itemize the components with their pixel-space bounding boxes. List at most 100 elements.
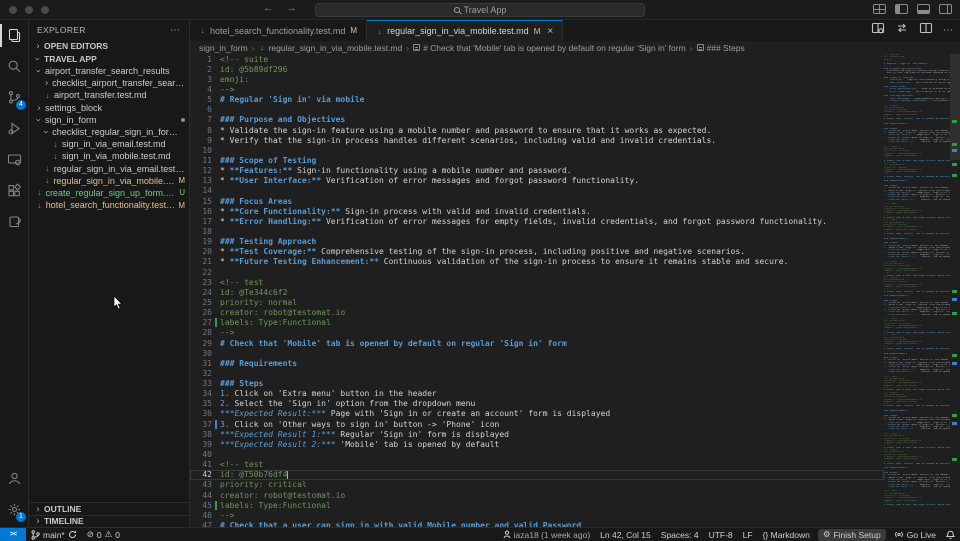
- tree-item-folder[interactable]: ›checklist_airport_transfer_search_fie..…: [29, 77, 189, 89]
- customize-layout-icon[interactable]: [873, 4, 886, 14]
- accounts-icon[interactable]: [0, 463, 29, 494]
- encoding-status[interactable]: UTF-8: [704, 528, 738, 541]
- toggle-panel-icon[interactable]: [917, 4, 930, 14]
- breadcrumb-item[interactable]: ### Steps: [697, 43, 745, 53]
- gutter: [212, 267, 220, 277]
- markdown-file-icon: ↓: [44, 164, 51, 173]
- editor-more-actions-icon[interactable]: ⋯: [943, 25, 954, 36]
- tree-item-folder[interactable]: ›checklist_regular_sign_in_form_field...: [29, 126, 189, 138]
- code-line: 4-->: [190, 84, 884, 94]
- cursor-position-status[interactable]: Ln 42, Col 15: [595, 528, 656, 541]
- testomat-extension-icon[interactable]: [0, 206, 29, 237]
- maximize-window-icon[interactable]: [41, 6, 49, 14]
- extensions-icon[interactable]: [0, 175, 29, 206]
- git-status-badge: M: [350, 26, 357, 35]
- markdown-file-icon: ↓: [36, 188, 42, 197]
- code-line: 22: [190, 267, 884, 277]
- search-view-icon[interactable]: [0, 51, 29, 82]
- problems-status[interactable]: ⊘ 0 ⚠ 0: [82, 528, 125, 541]
- run-debug-icon[interactable]: [0, 113, 29, 144]
- minimap[interactable]: <!-- suiteid: @5b89df296emoji:--># Regul…: [884, 54, 950, 527]
- breadcrumb-item[interactable]: # Check that 'Mobile' tab is opened by d…: [413, 43, 686, 53]
- markdown-file-icon: ↓: [52, 140, 59, 149]
- line-number: 39: [190, 440, 212, 449]
- tree-item-file[interactable]: ↓sign_in_via_mobile.test.md: [29, 150, 189, 162]
- open-changes-icon[interactable]: [895, 21, 909, 40]
- code-line: 33### Steps: [190, 379, 884, 389]
- remote-explorer-icon[interactable]: [0, 144, 29, 175]
- breadcrumb-item[interactable]: sign_in_form: [199, 43, 248, 53]
- tree-item-file[interactable]: ↓regular_sign_in_via_email.test.md: [29, 163, 189, 175]
- open-editors-section[interactable]: › OPEN EDITORS: [29, 40, 189, 53]
- close-window-icon[interactable]: [9, 6, 17, 14]
- gutter: [212, 449, 220, 459]
- history-forward-icon[interactable]: →: [286, 2, 297, 14]
- explorer-sidebar: EXPLORER ⋯ › OPEN EDITORS › TRAVEL APP ›…: [29, 20, 190, 527]
- source-control-icon[interactable]: 4: [0, 82, 29, 113]
- go-live-button[interactable]: Go Live: [889, 528, 941, 541]
- outline-section[interactable]: › OUTLINE: [29, 502, 189, 515]
- history-back-icon[interactable]: ←: [263, 2, 274, 14]
- language-mode-status[interactable]: {} Markdown: [758, 528, 815, 541]
- line-number: 43: [190, 480, 212, 489]
- finish-setup-button[interactable]: ⚙ Finish Setup: [818, 529, 886, 541]
- file-label: checklist_regular_sign_in_form_field...: [52, 127, 185, 137]
- gutter-change-bar: [212, 318, 220, 328]
- git-blame-status[interactable]: iaza18 (1 week ago): [498, 528, 596, 541]
- explorer-more-actions-icon[interactable]: ⋯: [170, 25, 181, 36]
- eol-status[interactable]: LF: [738, 528, 758, 541]
- line-number: 7: [190, 115, 212, 124]
- minimize-window-icon[interactable]: [25, 6, 33, 14]
- toggle-secondary-sidebar-icon[interactable]: [939, 4, 952, 14]
- overview-change-mark: [952, 298, 957, 301]
- gutter: [212, 287, 220, 297]
- code-line: 3emoji:: [190, 74, 884, 84]
- command-center-search[interactable]: Travel App: [315, 3, 645, 17]
- split-editor-icon[interactable]: [919, 21, 933, 40]
- code-line: 28-->: [190, 328, 884, 338]
- tree-item-file[interactable]: ↓sign_in_via_email.test.md: [29, 138, 189, 150]
- timeline-section[interactable]: › TIMELINE: [29, 515, 189, 528]
- gutter: [212, 328, 220, 338]
- gutter: [212, 480, 220, 490]
- overview-change-mark: [952, 290, 957, 293]
- code-line: 12* **Features:** Sign-in functionality …: [190, 166, 884, 176]
- close-icon[interactable]: ×: [547, 26, 553, 37]
- line-number: 44: [190, 491, 212, 500]
- editor-tab[interactable]: ↓hotel_search_functionality.test.mdM: [190, 20, 367, 41]
- editor-tab[interactable]: ↓regular_sign_in_via_mobile.test.mdM×: [367, 20, 563, 41]
- settings-gear-icon[interactable]: 1: [0, 494, 29, 525]
- explorer-icon[interactable]: [0, 20, 29, 51]
- branch-status[interactable]: main*: [26, 528, 82, 541]
- open-preview-icon[interactable]: [871, 21, 885, 40]
- gutter-change-bar: [212, 500, 220, 510]
- indentation-status[interactable]: Spaces: 4: [656, 528, 704, 541]
- code-line: 41<!-- test: [190, 460, 884, 470]
- tree-item-folder[interactable]: ›sign_in_form: [29, 114, 189, 126]
- notifications-bell-icon[interactable]: [941, 528, 960, 541]
- tree-item-file[interactable]: ↓regular_sign_in_via_mobile.test...M: [29, 175, 189, 187]
- gutter: [212, 247, 220, 257]
- tree-item-folder[interactable]: ›airport_transfer_search_results: [29, 65, 189, 77]
- code-line: 45labels: Type:Functional: [190, 500, 884, 510]
- tree-item-file[interactable]: ↓airport_transfer.test.md: [29, 89, 189, 101]
- tree-item-file[interactable]: ↓create_regular_sign_up_form.test...U: [29, 187, 189, 199]
- line-number: 31: [190, 359, 212, 368]
- markdown-file-icon: ↓: [52, 152, 59, 161]
- workspace-section[interactable]: › TRAVEL APP: [29, 53, 189, 66]
- code-line: 8* Validate the sign-in feature using a …: [190, 125, 884, 135]
- git-status-badge: M: [178, 176, 185, 185]
- symbol-icon: [697, 44, 704, 51]
- gutter: [212, 54, 220, 64]
- tree-item-folder[interactable]: ›settings_block: [29, 102, 189, 114]
- toggle-sidebar-icon[interactable]: [895, 4, 908, 14]
- line-number: 23: [190, 278, 212, 287]
- code-editor[interactable]: 1<!-- suite2id: @5b89df2963emoji:4-->5# …: [190, 54, 884, 527]
- breadcrumb-item[interactable]: ↓regular_sign_in_via_mobile.test.md: [259, 43, 403, 53]
- remote-indicator[interactable]: ><: [0, 528, 26, 541]
- overview-change-mark: [952, 149, 957, 152]
- code-line: 44creator: robot@testomat.io: [190, 490, 884, 500]
- tree-item-file[interactable]: ↓hotel_search_functionality.test.mdM: [29, 199, 189, 211]
- git-status-badge: M: [178, 201, 185, 210]
- line-number: 34: [190, 389, 212, 398]
